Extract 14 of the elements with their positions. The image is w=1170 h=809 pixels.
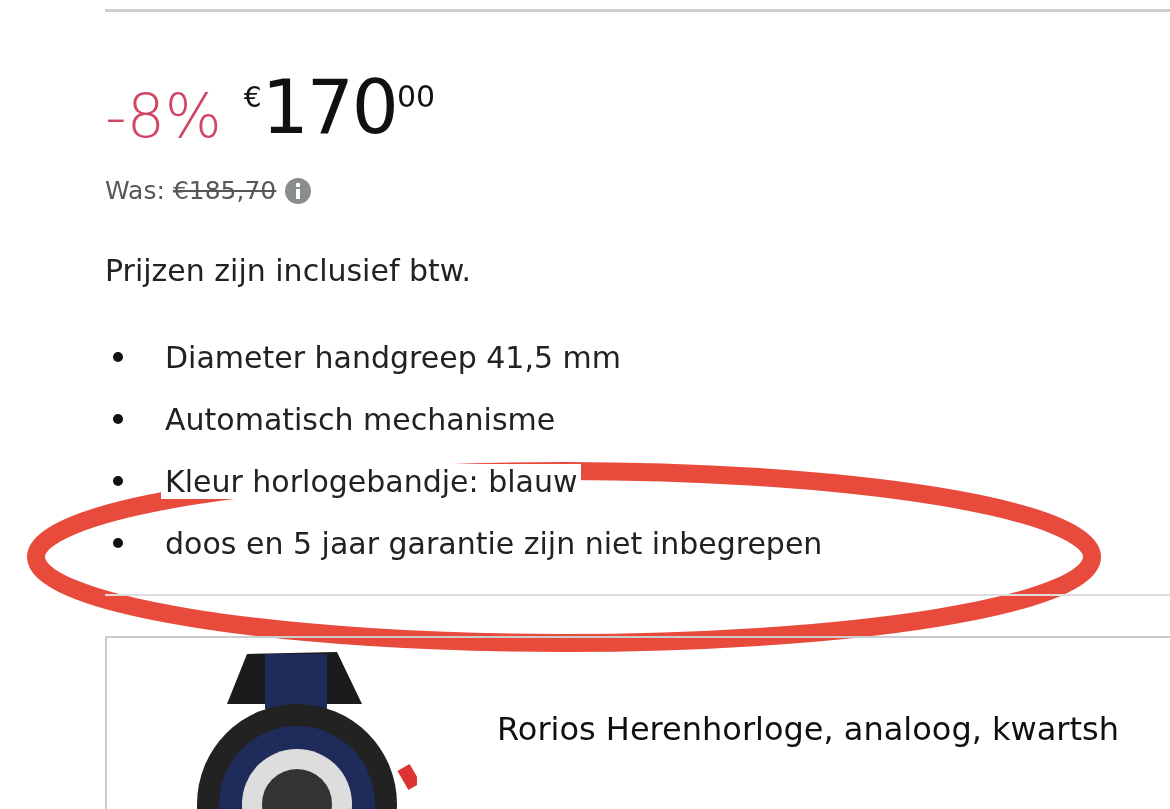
- price-whole: 170: [261, 70, 397, 144]
- bullet-icon: [113, 352, 123, 362]
- info-icon[interactable]: [284, 176, 313, 205]
- product-title-link[interactable]: Rorios Herenhorloge, analoog, kwartsh: [497, 710, 1119, 748]
- bullet-icon: [113, 476, 123, 486]
- bullet-icon: [113, 538, 123, 548]
- feature-text: Kleur horlogebandje: blauw: [161, 463, 582, 499]
- was-label: Was:: [105, 176, 165, 205]
- price-fraction: 00: [396, 82, 436, 112]
- bullet-icon: [113, 414, 123, 424]
- was-price: €185,70: [172, 176, 277, 205]
- discount-percentage: -8%: [105, 86, 222, 146]
- currency-symbol: €: [243, 84, 262, 112]
- tax-note: Prijzen zijn inclusief btw.: [105, 253, 473, 288]
